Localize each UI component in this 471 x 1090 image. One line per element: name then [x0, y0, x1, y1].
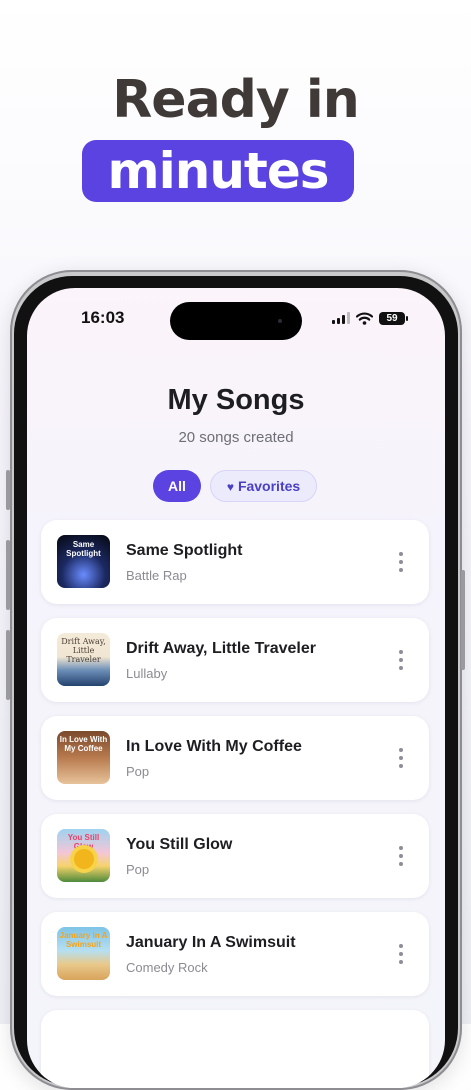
sunflower-shape	[74, 849, 94, 869]
song-card[interactable]: You Still Glow You Still Glow Pop	[41, 814, 429, 898]
battery-icon: 59	[379, 311, 408, 325]
song-artwork: You Still Glow	[57, 829, 110, 882]
song-genre: Pop	[126, 862, 150, 877]
status-icons: 59	[332, 310, 408, 326]
song-title: January In A Swimsuit	[126, 934, 296, 951]
more-options-icon[interactable]	[395, 650, 407, 670]
more-options-icon[interactable]	[395, 552, 407, 572]
song-card[interactable]	[41, 1010, 429, 1088]
more-options-icon[interactable]	[395, 944, 407, 964]
song-genre: Lullaby	[126, 666, 168, 681]
side-button	[6, 540, 10, 610]
wifi-icon	[356, 311, 373, 325]
artwork-title: Same Spotlight	[66, 540, 101, 558]
song-title: Drift Away, Little Traveler	[126, 640, 316, 657]
status-time: 16:03	[81, 308, 125, 327]
song-genre: Battle Rap	[126, 568, 187, 583]
song-count: 20 songs created	[178, 429, 294, 446]
song-artwork: In Love With My Coffee	[57, 731, 110, 784]
song-artwork: Same Spotlight	[57, 535, 110, 588]
song-title: Same Spotlight	[126, 542, 243, 559]
side-button	[6, 630, 10, 700]
dynamic-island	[170, 302, 302, 340]
song-card[interactable]: January In A Swimsuit January In A Swims…	[41, 912, 429, 996]
song-title: You Still Glow	[126, 836, 233, 853]
artwork-title: In Love With My Coffee	[59, 735, 108, 753]
song-card[interactable]: Same Spotlight Same Spotlight Battle Rap	[41, 520, 429, 604]
side-button	[461, 570, 465, 670]
cellular-signal-icon	[332, 312, 350, 324]
song-card[interactable]: Drift Away, Little Traveler Drift Away, …	[41, 618, 429, 702]
song-genre: Comedy Rock	[126, 960, 208, 975]
song-artwork: Drift Away, Little Traveler	[57, 633, 110, 686]
song-genre: Pop	[126, 764, 150, 779]
filter-favorites-button[interactable]: ♥ Favorites	[210, 470, 317, 502]
song-card[interactable]: In Love With My Coffee In Love With My C…	[41, 716, 429, 800]
promo-highlight: minutes	[82, 140, 354, 202]
app-screen: 16:03 59 My Songs 20 songs created All ♥…	[27, 288, 445, 1088]
song-artwork: January In A Swimsuit	[57, 927, 110, 980]
filter-favorites-label: Favorites	[237, 478, 301, 494]
song-title: In Love With My Coffee	[126, 738, 302, 755]
promo-headline: Ready in	[112, 70, 359, 130]
more-options-icon[interactable]	[395, 846, 407, 866]
page-title: My Songs	[167, 384, 305, 416]
artwork-title: Drift Away, Little Traveler	[61, 637, 106, 664]
filter-all-button[interactable]: All	[153, 470, 201, 502]
side-button	[6, 470, 10, 510]
heart-icon: ♥	[226, 480, 234, 494]
more-options-icon[interactable]	[395, 748, 407, 768]
artwork-title: January In A Swimsuit	[59, 931, 108, 949]
